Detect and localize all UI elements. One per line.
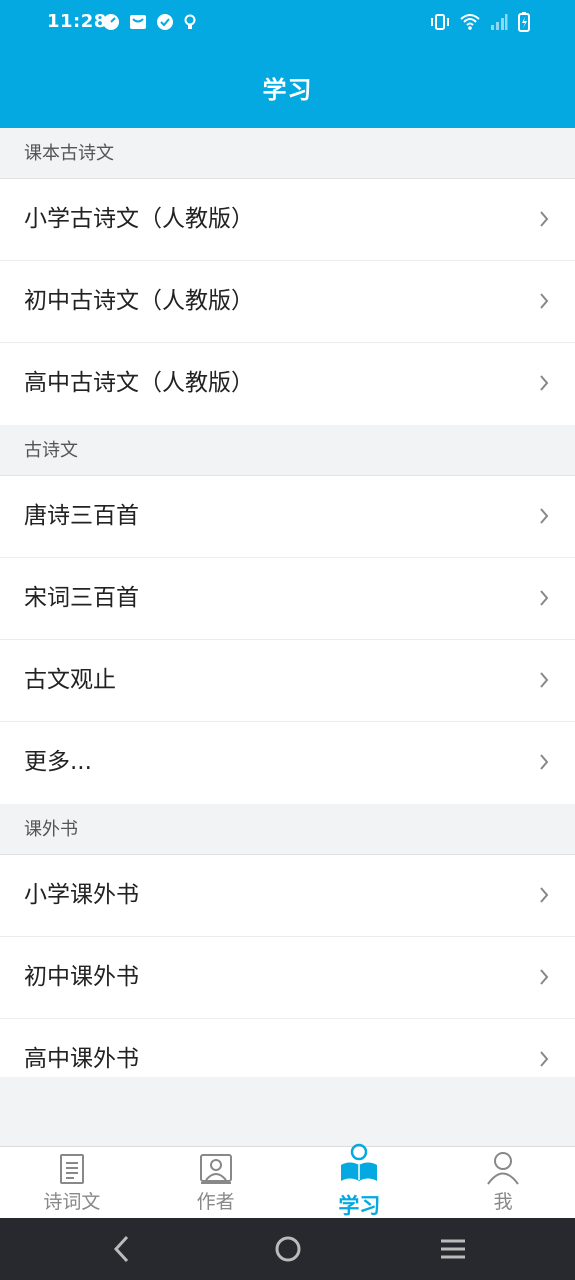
list-item-primary-textbook[interactable]: 小学古诗文（人教版）	[0, 179, 575, 261]
list-item-more[interactable]: 更多...	[0, 722, 575, 804]
chevron-right-icon	[540, 590, 549, 606]
signal-icon	[491, 14, 508, 30]
study-list: 课本古诗文 小学古诗文（人教版） 初中古诗文（人教版） 高中古诗文（人教版） 古…	[0, 128, 575, 1077]
wifi-icon	[460, 14, 480, 30]
notification-icon	[184, 14, 196, 29]
list-item-middle-books[interactable]: 初中课外书	[0, 937, 575, 1019]
back-icon[interactable]	[112, 1234, 132, 1264]
bottom-tab-bar: 诗词文 作者 学习 我	[0, 1143, 575, 1219]
list-item-label: 初中课外书	[24, 964, 139, 990]
tab-label: 学习	[338, 1194, 381, 1218]
tab-me[interactable]: 我	[431, 1147, 575, 1219]
home-icon[interactable]	[273, 1234, 303, 1264]
list-item-guwen-guanzhi[interactable]: 古文观止	[0, 640, 575, 722]
chevron-right-icon	[540, 293, 549, 309]
section-header-textbook: 课本古诗文	[0, 128, 575, 179]
menu-icon[interactable]	[438, 1234, 468, 1264]
list-item-label: 高中课外书	[24, 1046, 139, 1072]
profile-icon	[487, 1152, 519, 1185]
vibrate-icon	[431, 14, 449, 30]
document-icon	[59, 1154, 84, 1184]
reading-person-icon	[341, 1143, 378, 1181]
list-item-label: 唐诗三百首	[24, 503, 139, 529]
chevron-right-icon	[540, 211, 549, 227]
tab-label: 我	[493, 1191, 513, 1213]
mail-icon	[130, 15, 146, 29]
list-item-label: 宋词三百首	[24, 585, 139, 611]
chevron-right-icon	[540, 672, 549, 688]
battery-charging-icon	[518, 12, 530, 32]
list-item-primary-books[interactable]: 小学课外书	[0, 855, 575, 937]
list-item-label: 初中古诗文（人教版）	[24, 288, 254, 314]
tab-poems[interactable]: 诗词文	[0, 1147, 144, 1219]
chevron-right-icon	[540, 887, 549, 903]
section-header-classics: 古诗文	[0, 425, 575, 476]
author-card-icon	[199, 1154, 232, 1184]
tab-authors[interactable]: 作者	[144, 1147, 288, 1219]
list-item-high-books[interactable]: 高中课外书	[0, 1019, 575, 1077]
system-nav-bar	[0, 1218, 575, 1280]
list-item-label: 更多...	[24, 749, 92, 775]
speedometer-icon	[103, 14, 119, 30]
check-circle-icon	[157, 14, 173, 30]
list-item-label: 古文观止	[24, 667, 116, 693]
tab-study[interactable]: 学习	[288, 1143, 432, 1219]
tab-label: 作者	[196, 1191, 235, 1213]
list-item-label: 高中古诗文（人教版）	[24, 370, 254, 396]
section-header-extracurricular: 课外书	[0, 804, 575, 855]
app-header: 11:28 学习	[0, 0, 575, 128]
list-item-middle-textbook[interactable]: 初中古诗文（人教版）	[0, 261, 575, 343]
status-time: 11:28	[47, 11, 107, 32]
list-item-high-textbook[interactable]: 高中古诗文（人教版）	[0, 343, 575, 425]
list-item-label: 小学古诗文（人教版）	[24, 206, 254, 232]
chevron-right-icon	[540, 375, 549, 391]
page-title: 学习	[262, 76, 313, 104]
chevron-right-icon	[540, 1051, 549, 1067]
chevron-right-icon	[540, 508, 549, 524]
list-item-song-ci[interactable]: 宋词三百首	[0, 558, 575, 640]
chevron-right-icon	[540, 969, 549, 985]
list-item-label: 小学课外书	[24, 882, 139, 908]
chevron-right-icon	[540, 754, 549, 770]
tab-label: 诗词文	[43, 1191, 101, 1213]
list-item-tang-poems[interactable]: 唐诗三百首	[0, 476, 575, 558]
status-bar: 11:28	[0, 0, 575, 48]
